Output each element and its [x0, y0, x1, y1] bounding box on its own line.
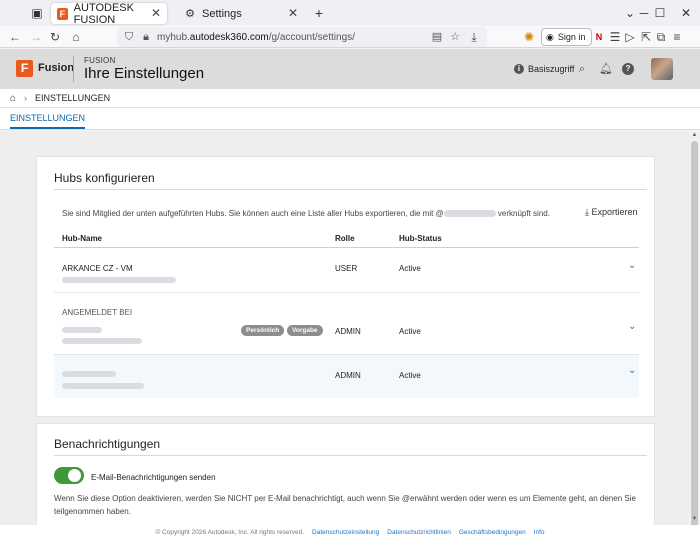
badge-personal: Persönlich [241, 325, 285, 336]
toggle-knob [68, 469, 81, 482]
hub-role: USER [335, 264, 358, 273]
divider [54, 189, 647, 190]
footer-link-privacy-settings[interactable]: Datenschutzeinstellung [312, 529, 379, 536]
hub-name: ARKANCE CZ - VM [62, 264, 133, 273]
footer-link-terms[interactable]: Geschäftsbedingungen [459, 529, 526, 536]
redacted-email [62, 338, 142, 344]
back-icon[interactable]: ← [6, 28, 24, 46]
breadcrumb: ⌂ › EINSTELLUNGEN [0, 89, 700, 108]
gear-icon: ⚙ [185, 8, 195, 20]
hubs-title: Hubs konfigurieren [54, 171, 155, 185]
notifications-title: Benachrichtigungen [54, 437, 161, 451]
new-tab-icon[interactable]: + [310, 4, 328, 22]
search-icon[interactable]: ⌕ [576, 63, 588, 75]
page-scrollbar[interactable]: ▲ ▼ [689, 131, 700, 531]
tab-title: Settings [202, 7, 242, 20]
menu-icon[interactable]: ≡ [668, 28, 686, 46]
fusion-logo-icon[interactable]: F [16, 60, 33, 77]
url-text: myhub.autodesk360.com/g/account/settings… [157, 31, 355, 43]
access-level-button[interactable]: i Basiszugriff [514, 64, 574, 74]
table-row[interactable]: ANGEMELDET BEI Persönlich Vorgabe ADMIN … [54, 292, 639, 354]
maximize-icon[interactable]: ☐ [650, 3, 670, 23]
redacted-email-domain [443, 210, 496, 218]
copyright: © Copyright 2026 Autodesk, Inc. All righ… [155, 528, 305, 536]
table-row[interactable]: ARKANCE CZ - VM USER Active ⌄ [54, 247, 639, 292]
redacted-name [62, 327, 102, 333]
account-icon: ◉ [546, 31, 554, 42]
download-icon: ⤓ [585, 207, 589, 217]
sub-tab-bar: EINSTELLUNGEN [0, 108, 700, 130]
badge-default: Vorgabe [287, 325, 323, 336]
tab-overview-icon[interactable]: ▣ [28, 4, 46, 22]
extension-icon[interactable]: ✺ [520, 28, 538, 46]
url-bar[interactable]: ⛉ 🔒︎ myhub.autodesk360.com/g/account/set… [117, 27, 487, 47]
hubs-description: Sie sind Mitglied der unten aufgeführten… [62, 209, 550, 218]
breadcrumb-current: EINSTELLUNGEN [35, 93, 111, 103]
redacted-email [62, 277, 176, 283]
footer: © Copyright 2026 Autodesk, Inc. All righ… [0, 525, 700, 539]
reload-icon[interactable]: ↻ [46, 28, 64, 46]
hub-name: ANGEMELDET BEI [62, 308, 133, 317]
fusion-favicon-icon: F [57, 7, 68, 20]
chevron-right-icon: › [24, 93, 28, 103]
close-icon[interactable]: ✕ [288, 6, 298, 20]
footer-link-info[interactable]: Info [534, 529, 545, 536]
browser-nav-bar: ← → ↻ ⌂ ⛉ 🔒︎ myhub.autodesk360.com/g/acc… [0, 26, 700, 48]
hub-status: Active [399, 327, 421, 336]
redacted-name [62, 371, 116, 377]
email-notifications-toggle[interactable] [54, 467, 84, 484]
hub-role: ADMIN [335, 371, 361, 380]
export-button[interactable]: ⤓ Exportieren [585, 207, 638, 218]
page-title: Ihre Einstellungen [84, 65, 205, 82]
bookmark-star-icon[interactable]: ☆ [447, 28, 463, 46]
column-header-role: Rolle [335, 234, 355, 243]
section-label: FUSION [84, 56, 116, 65]
window-close-icon[interactable]: ✕ [676, 3, 696, 23]
chevron-down-icon[interactable]: ⌄ [628, 365, 636, 376]
shield-icon[interactable]: ⛉ [121, 28, 137, 46]
browser-tab-bar: ▣ F AUTODESK FUSION ✕ ⚙ Settings ✕ + ⌄ ─… [0, 0, 700, 26]
reader-view-icon[interactable]: ▤ [429, 28, 445, 46]
chevron-down-icon[interactable]: ⌄ [628, 321, 636, 332]
download-icon[interactable]: ⤓ [465, 28, 483, 46]
column-header-status: Hub-Status [399, 234, 442, 243]
tab-autodesk-fusion[interactable]: F AUTODESK FUSION ✕ [51, 2, 167, 26]
scroll-down-icon[interactable]: ▼ [690, 516, 699, 522]
product-name[interactable]: Fusion [38, 62, 74, 74]
lock-icon[interactable]: 🔒︎ [138, 28, 154, 46]
sign-in-label: Sign in [557, 32, 586, 42]
home-icon[interactable]: ⌂ [67, 28, 85, 46]
notifications-card: Benachrichtigungen E-Mail-Benachrichtigu… [36, 423, 655, 525]
footer-link-privacy-policy[interactable]: Datenschutzrichtlinien [387, 529, 451, 536]
divider [54, 455, 647, 456]
hubs-card: Hubs konfigurieren Sie sind Mitglied der… [36, 156, 655, 417]
scroll-up-icon[interactable]: ▲ [690, 132, 699, 138]
app-header: F Fusion FUSION Ihre Einstellungen i Bas… [0, 49, 700, 89]
settings-content: Hubs konfigurieren Sie sind Mitglied der… [0, 131, 689, 525]
forward-icon[interactable]: → [27, 28, 45, 46]
home-icon[interactable]: ⌂ [10, 93, 16, 104]
scrollbar-thumb[interactable] [691, 141, 698, 531]
sign-in-button[interactable]: ◉ Sign in [541, 28, 593, 46]
help-icon[interactable]: ? [622, 63, 634, 75]
column-header-hub-name: Hub-Name [62, 234, 103, 243]
avatar[interactable] [651, 58, 673, 80]
table-row[interactable]: ADMIN Active ⌄ [54, 354, 639, 398]
tab-einstellungen[interactable]: EINSTELLUNGEN [10, 113, 86, 129]
close-icon[interactable]: ✕ [151, 6, 161, 20]
hub-status: Active [399, 371, 421, 380]
chevron-down-icon[interactable]: ⌄ [628, 260, 636, 271]
access-level-label: Basiszugriff [528, 64, 575, 74]
hub-role: ADMIN [335, 327, 361, 336]
bell-icon[interactable]: 🔔︎ [599, 63, 613, 75]
header-divider [73, 56, 74, 82]
notifications-description: Wenn Sie diese Option deaktivieren, werd… [54, 494, 636, 516]
hub-status: Active [399, 264, 421, 273]
tab-settings[interactable]: ⚙ Settings ✕ [178, 3, 304, 24]
export-label: Exportieren [591, 207, 638, 217]
info-icon: i [514, 64, 524, 74]
toggle-label: E-Mail-Benachrichtigungen senden [91, 473, 216, 482]
redacted-email [62, 383, 144, 389]
